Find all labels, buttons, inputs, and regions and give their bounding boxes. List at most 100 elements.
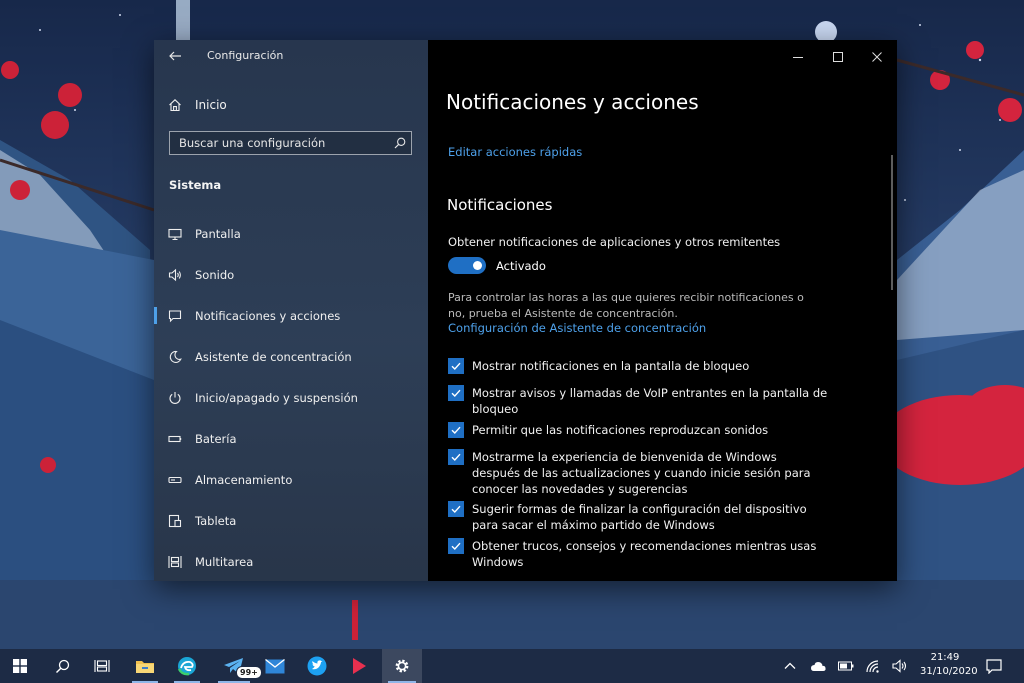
- checkbox[interactable]: [448, 538, 464, 554]
- checkmark-icon: [451, 505, 461, 514]
- nav-item-label: Inicio/apagado y suspensión: [195, 390, 358, 405]
- battery-icon: [168, 435, 182, 442]
- back-arrow-icon: [169, 51, 181, 61]
- checkbox[interactable]: [448, 449, 464, 465]
- home-icon: [169, 99, 181, 112]
- checkmark-icon: [451, 426, 461, 435]
- minimize-button[interactable]: [792, 48, 806, 62]
- checkbox-tips-tricks[interactable]: Obtener trucos, consejos y recomendacion…: [448, 538, 828, 570]
- mail-button[interactable]: [256, 649, 294, 683]
- search-box: [169, 131, 412, 155]
- taskbar: 99+: [0, 649, 1024, 683]
- notifications-heading: Notificaciones: [447, 196, 553, 214]
- checkbox-lock-screen-notifications[interactable]: Mostrar notificaciones en la pantalla de…: [448, 358, 828, 374]
- checkbox-notification-sounds[interactable]: Permitir que las notificaciones reproduz…: [448, 422, 828, 438]
- checkbox[interactable]: [448, 385, 464, 401]
- content-scrollbar[interactable]: [891, 155, 893, 290]
- twitter-button[interactable]: [298, 649, 336, 683]
- start-button[interactable]: [0, 649, 40, 683]
- app-title: Configuración: [207, 49, 284, 62]
- network-tray-icon[interactable]: [865, 658, 881, 674]
- nav-home-label: Inicio: [195, 98, 227, 112]
- nav-item-inicio-apagado[interactable]: Inicio/apagado y suspensión: [154, 377, 428, 418]
- nav-item-label: Notificaciones y acciones: [195, 308, 341, 323]
- focus-assist-settings-link[interactable]: Configuración de Asistente de concentrac…: [448, 321, 706, 335]
- speaker-icon: [892, 659, 907, 673]
- nav-item-label: Pantalla: [195, 226, 241, 241]
- battery-tray-icon[interactable]: [838, 658, 854, 674]
- nav-item-bateria[interactable]: Batería: [154, 418, 428, 459]
- nav-item-pantalla[interactable]: Pantalla: [154, 213, 428, 254]
- back-button[interactable]: [168, 47, 186, 65]
- nav-item-tableta[interactable]: Tableta: [154, 500, 428, 541]
- notification-icon: [986, 658, 1002, 674]
- power-icon: [169, 391, 181, 404]
- storage-icon: [168, 476, 182, 483]
- nav-item-label: Batería: [195, 431, 237, 446]
- edge-button[interactable]: [168, 649, 206, 683]
- action-center-button[interactable]: [986, 658, 1002, 674]
- folder-icon: [136, 661, 154, 673]
- maximize-button[interactable]: [832, 48, 846, 62]
- search-icon[interactable]: [394, 137, 406, 149]
- clock-time: 21:49: [930, 652, 960, 663]
- checkbox[interactable]: [448, 422, 464, 438]
- checkbox[interactable]: [448, 501, 464, 517]
- section-heading-system: Sistema: [169, 178, 222, 192]
- show-hidden-icons-button[interactable]: [782, 658, 798, 674]
- multitask-icon: [168, 555, 182, 568]
- checkbox-voip-calls[interactable]: Mostrar avisos y llamadas de VoIP entran…: [448, 385, 828, 417]
- monitor-icon: [168, 228, 182, 240]
- file-explorer-button[interactable]: [126, 649, 164, 683]
- toggle-state-label: Activado: [496, 259, 546, 273]
- search-taskbar-button[interactable]: [44, 649, 80, 683]
- checkbox-welcome-experience[interactable]: Mostrarme la experiencia de bienvenida d…: [448, 449, 828, 497]
- nav-item-label: Asistente de concentración: [195, 349, 352, 364]
- clock-date: 31/10/2020: [920, 666, 978, 677]
- gear-icon: [395, 659, 409, 673]
- mail-icon: [265, 658, 285, 673]
- nav-item-label: Tableta: [195, 513, 237, 528]
- search-icon: [55, 659, 69, 673]
- volume-tray-icon[interactable]: [892, 658, 908, 674]
- notifications-toggle[interactable]: [448, 257, 486, 274]
- media-app-button[interactable]: [340, 649, 378, 683]
- checkbox[interactable]: [448, 358, 464, 374]
- checkbox-suggest-setup[interactable]: Sugerir formas de finalizar la configura…: [448, 501, 828, 533]
- checkbox-label: Mostrar notificaciones en la pantalla de…: [472, 359, 750, 373]
- taskbar-clock[interactable]: 21:49 31/10/2020: [920, 651, 978, 679]
- task-view-button[interactable]: [84, 649, 120, 683]
- nav-list: Pantalla Sonido Notificaciones y accione…: [154, 213, 428, 582]
- search-input[interactable]: [170, 132, 384, 154]
- get-notifications-label: Obtener notificaciones de aplicaciones y…: [448, 235, 781, 249]
- task-view-icon: [94, 660, 110, 672]
- nav-item-label: Almacenamiento: [195, 472, 293, 487]
- checkbox-label: Mostrarme la experiencia de bienvenida d…: [472, 450, 811, 496]
- play-icon: [353, 658, 366, 674]
- speaker-icon: [168, 268, 181, 281]
- settings-window: Configuración Inicio Sistema Pantalla So…: [154, 40, 897, 581]
- minimize-icon: [793, 57, 803, 58]
- settings-taskbar-button[interactable]: [382, 649, 422, 683]
- telegram-button[interactable]: 99+: [212, 649, 262, 683]
- checkmark-icon: [451, 362, 461, 371]
- checkbox-label: Mostrar avisos y llamadas de VoIP entran…: [472, 386, 828, 416]
- nav-home[interactable]: Inicio: [168, 94, 227, 116]
- twitter-icon: [307, 656, 327, 676]
- nav-item-asistente[interactable]: Asistente de concentración: [154, 336, 428, 377]
- onedrive-tray-icon[interactable]: [810, 658, 826, 674]
- checkmark-icon: [451, 542, 461, 551]
- nav-item-label: Sonido: [195, 267, 235, 282]
- focus-assist-help-text: Para controlar las horas a las que quier…: [448, 291, 804, 320]
- toggle-knob: [473, 261, 482, 270]
- notification-icon: [168, 309, 182, 322]
- nav-item-notificaciones[interactable]: Notificaciones y acciones: [154, 295, 428, 336]
- checkmark-icon: [451, 453, 461, 462]
- checkbox-label: Permitir que las notificaciones reproduz…: [472, 423, 769, 437]
- nav-item-almacenamiento[interactable]: Almacenamiento: [154, 459, 428, 500]
- nav-item-multitarea[interactable]: Multitarea: [154, 541, 428, 582]
- close-button[interactable]: [871, 48, 885, 62]
- battery-icon: [838, 661, 854, 671]
- nav-item-sonido[interactable]: Sonido: [154, 254, 428, 295]
- edit-quick-actions-link[interactable]: Editar acciones rápidas: [448, 145, 582, 159]
